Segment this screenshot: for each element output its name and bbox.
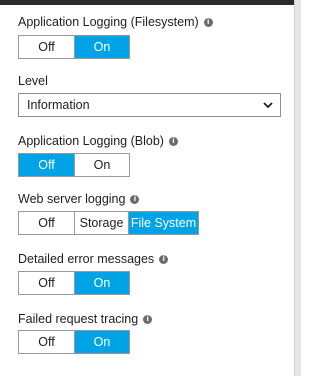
info-icon[interactable]: i — [130, 194, 140, 204]
scrollbar-track[interactable] — [294, 0, 301, 376]
chevron-down-icon — [263, 102, 273, 109]
info-icon[interactable]: i — [168, 136, 178, 146]
top-bar — [0, 0, 301, 5]
web-server-logging-storage-button[interactable]: Storage — [74, 212, 128, 234]
failed-request-tracing-on-button[interactable]: On — [74, 331, 129, 353]
info-icon[interactable]: i — [143, 314, 153, 324]
app-logging-blob-toggle[interactable]: Off On — [18, 153, 130, 177]
web-server-logging-label: Web server logging i — [18, 192, 140, 206]
app-logging-blob-label: Application Logging (Blob) i — [18, 134, 178, 148]
app-logging-filesystem-text: Application Logging (Filesystem) — [18, 15, 199, 29]
web-server-logging-toggle[interactable]: Off Storage File System — [18, 211, 199, 235]
app-logging-blob-on-button[interactable]: On — [74, 154, 129, 176]
failed-request-tracing-off-button[interactable]: Off — [19, 331, 74, 353]
level-label: Level — [18, 74, 48, 88]
level-select[interactable]: Information — [18, 93, 281, 117]
failed-request-tracing-toggle[interactable]: Off On — [18, 330, 130, 354]
app-logging-filesystem-on-button[interactable]: On — [74, 36, 129, 58]
app-logging-filesystem-toggle[interactable]: Off On — [18, 35, 130, 59]
app-logging-blob-text: Application Logging (Blob) — [18, 134, 164, 148]
level-text: Level — [18, 74, 48, 88]
detailed-error-messages-toggle[interactable]: Off On — [18, 271, 130, 295]
info-icon[interactable]: i — [159, 254, 169, 264]
info-icon[interactable]: i — [203, 17, 213, 27]
failed-request-tracing-text: Failed request tracing — [18, 312, 139, 326]
detailed-error-messages-label: Detailed error messages i — [18, 252, 169, 266]
app-logging-filesystem-label: Application Logging (Filesystem) i — [18, 15, 213, 29]
detailed-error-messages-off-button[interactable]: Off — [19, 272, 74, 294]
app-logging-filesystem-off-button[interactable]: Off — [19, 36, 74, 58]
detailed-error-messages-text: Detailed error messages — [18, 252, 155, 266]
web-server-logging-off-button[interactable]: Off — [19, 212, 74, 234]
failed-request-tracing-label: Failed request tracing i — [18, 312, 153, 326]
web-server-logging-text: Web server logging — [18, 192, 126, 206]
web-server-logging-filesystem-button[interactable]: File System — [128, 212, 198, 234]
detailed-error-messages-on-button[interactable]: On — [74, 272, 129, 294]
app-logging-blob-off-button[interactable]: Off — [19, 154, 74, 176]
level-value: Information — [27, 98, 90, 112]
